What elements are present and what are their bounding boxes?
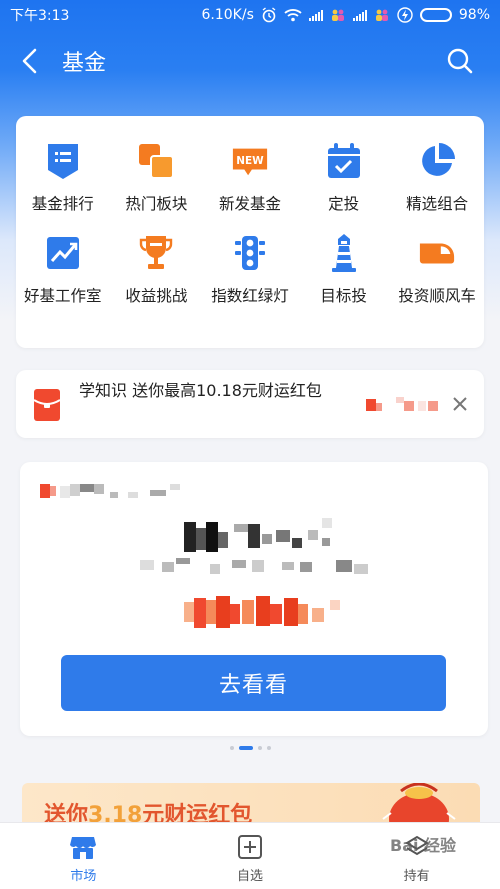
grid-item-label: 投资顺风车	[398, 287, 476, 305]
grid-item-fixed-invest[interactable]: 定投	[297, 142, 391, 214]
network-speed: 6.10K/s	[201, 7, 254, 23]
promo-card: 去看看	[20, 462, 488, 736]
tab-label: 市场	[70, 869, 97, 884]
bottom-promo-text: 送你3.18元财运红包	[44, 797, 252, 823]
overlapping-squares-icon	[137, 142, 175, 180]
back-arrow-icon[interactable]	[18, 48, 44, 74]
tab-watchlist[interactable]: 自选	[167, 823, 334, 889]
grid-item-hot-sectors[interactable]: 热门板块	[110, 142, 204, 214]
watermark: Bai 经验	[390, 836, 457, 855]
red-envelope-icon	[33, 389, 61, 421]
grid-item-index-lights[interactable]: 指数红绿灯	[203, 234, 297, 306]
status-time: 下午3:13	[10, 8, 70, 24]
red-bag-icon	[382, 783, 456, 823]
tab-market[interactable]: 市场	[0, 823, 167, 889]
grid-item-label: 精选组合	[406, 195, 469, 213]
battery-percent: 98%	[458, 7, 490, 23]
grid-item-label: 基金排行	[31, 195, 94, 213]
page-title: 基金	[62, 51, 107, 76]
calendar-check-icon	[325, 142, 363, 180]
grid-item-label: 收益挑战	[125, 287, 188, 305]
grid-item-label: 指数红绿灯	[211, 287, 289, 305]
pixelated-text	[366, 397, 438, 411]
signal-icon	[308, 9, 323, 21]
grid-item-label: 新发基金	[218, 195, 281, 213]
grid-item-new-funds[interactable]: NEW 新发基金	[203, 142, 297, 214]
carousel-dot[interactable]	[229, 746, 234, 750]
promo-amount: 3.18	[88, 803, 143, 823]
grid-item-label: 定投	[328, 195, 360, 213]
signal-icon-2	[352, 9, 367, 21]
pixelated-title	[184, 518, 332, 552]
carousel-dot[interactable]	[257, 746, 262, 750]
promo-prefix: 送你	[44, 803, 89, 823]
wifi-icon	[284, 9, 302, 22]
train-icon	[418, 234, 456, 272]
svg-text:NEW: NEW	[236, 155, 264, 167]
pixelated-subtitle	[140, 558, 368, 574]
grid-item-invest-train[interactable]: 投资顺风车	[390, 234, 484, 306]
pixelated-amount	[184, 596, 340, 628]
charging-icon	[397, 7, 413, 23]
list-badge-icon	[44, 142, 82, 180]
tab-label: 自选	[237, 869, 264, 884]
banner-text: 学知识 送你最高10.18元财运红包	[79, 381, 322, 400]
fund-entry-grid: 基金排行 热门板块 NEW 新发基金 定投 精选组合 好基工作室 收益挑战 指数…	[16, 116, 484, 348]
store-icon	[70, 837, 97, 859]
grid-item-label: 好基工作室	[24, 287, 102, 305]
close-icon[interactable]	[452, 396, 468, 412]
grid-item-label: 目标投	[320, 287, 367, 305]
status-bar: 下午3:13 6.10K/s 98%	[0, 0, 500, 30]
grid-item-fund-ranking[interactable]: 基金排行	[16, 142, 110, 214]
red-envelope-banner[interactable]: 学知识 送你最高10.18元财运红包	[16, 370, 484, 438]
grid-item-portfolios[interactable]: 精选组合	[390, 142, 484, 214]
carousel-dot-active[interactable]	[238, 746, 253, 750]
go-see-button[interactable]: 去看看	[61, 655, 446, 711]
grid-item-label: 热门板块	[125, 195, 188, 213]
nav-header: 基金	[0, 30, 500, 92]
status-icons: 6.10K/s 98%	[202, 7, 491, 23]
pixelated-header	[40, 484, 180, 498]
battery-icon	[419, 8, 452, 22]
search-icon[interactable]	[446, 47, 474, 75]
bottom-promo-banner[interactable]: 送你3.18元财运红包	[22, 783, 480, 823]
people-icon	[331, 9, 344, 21]
alarm-icon	[262, 7, 276, 23]
grid-item-target-invest[interactable]: 目标投	[297, 234, 391, 306]
line-chart-icon	[44, 234, 82, 272]
new-badge-icon: NEW	[231, 142, 269, 180]
promo-suffix: 元财运红包	[142, 803, 253, 823]
tab-label: 持有	[403, 869, 430, 884]
trophy-icon	[137, 234, 175, 272]
add-square-icon	[238, 835, 262, 859]
lighthouse-icon	[325, 234, 363, 272]
grid-item-return-challenge[interactable]: 收益挑战	[110, 234, 204, 306]
traffic-light-icon	[231, 234, 269, 272]
people-icon-2	[375, 9, 388, 21]
pie-chart-icon	[418, 142, 456, 180]
carousel-indicator	[0, 744, 500, 752]
carousel-dot[interactable]	[266, 746, 271, 750]
grid-item-fund-studio[interactable]: 好基工作室	[16, 234, 110, 306]
